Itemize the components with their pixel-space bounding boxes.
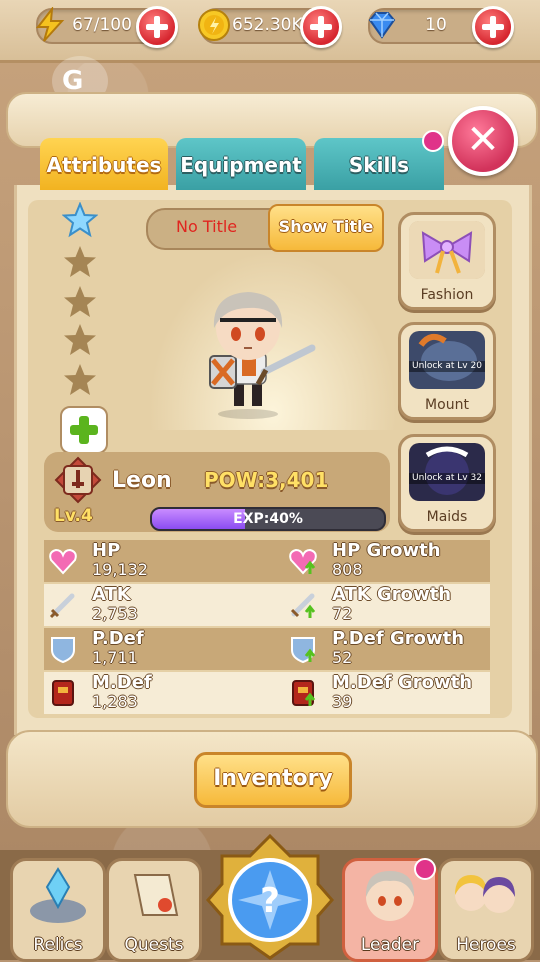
stat-name: ATK: [92, 584, 131, 605]
lightning-icon: [35, 7, 65, 42]
stat-value: 1,283: [92, 692, 138, 711]
maids-button[interactable]: Unlock at Lv 32 Maids: [398, 434, 496, 532]
class-badge-icon: [54, 456, 102, 504]
spellbook-growth-icon: [292, 680, 316, 706]
nav-heroes-label: Heroes: [456, 935, 516, 955]
gold-value: 652.30K: [232, 15, 303, 35]
stat-value: 72: [332, 604, 353, 623]
heart-growth-icon: [289, 548, 317, 575]
sword-growth-icon: [290, 593, 316, 618]
exp-text: EXP:40%: [233, 511, 303, 527]
heroes-group-icon: [455, 875, 515, 913]
upgrade-star-button[interactable]: [60, 406, 108, 454]
gold-coin-icon: [198, 9, 230, 41]
energy-counter: 67/100: [35, 6, 178, 48]
quest-scroll-icon: [133, 874, 179, 916]
stat-value: 19,132: [92, 560, 148, 579]
show-title-button[interactable]: Show Title: [268, 204, 384, 252]
stat-value: 2,753: [92, 604, 138, 623]
shield-icon: [51, 637, 75, 664]
stat-name: M.Def: [92, 672, 152, 693]
stat-row-pdef: P.Def 1,711 P.Def Growth 52: [44, 628, 490, 670]
gold-counter: 652.30K: [198, 6, 342, 48]
mount-button[interactable]: Unlock at Lv 20 Mount: [398, 322, 496, 420]
close-button[interactable]: ✕: [448, 106, 518, 176]
stat-name: HP: [92, 540, 121, 561]
mount-dragon-icon: [409, 331, 485, 389]
nav-leader-label: Leader: [360, 935, 420, 955]
maids-label: Maids: [426, 509, 468, 525]
mount-lock-text: Unlock at Lv 20: [409, 361, 485, 372]
relic-crystal-icon: [30, 867, 86, 923]
stat-row-mdef: M.Def 1,283 M.Def Growth 39: [44, 672, 490, 714]
stat-name: M.Def Growth: [332, 672, 473, 693]
nav-relics-label: Relics: [33, 935, 83, 955]
stat-hp: HP 19,132: [44, 540, 254, 582]
stat-name: HP Growth: [332, 540, 441, 561]
hero-name: Leon: [112, 468, 172, 493]
star-empty-icon: [64, 364, 96, 395]
stat-value: 808: [332, 560, 363, 579]
stat-mdef-growth: M.Def Growth 39: [284, 672, 494, 714]
fashion-button[interactable]: Fashion: [398, 212, 496, 310]
nav-quests[interactable]: Quests: [106, 858, 202, 962]
stat-row-hp: HP 19,132 HP Growth 808: [44, 540, 490, 582]
leader-portrait-icon: [365, 871, 415, 921]
star-filled-icon: [62, 202, 98, 238]
star-empty-icon: [64, 246, 96, 277]
gems-counter: 10: [368, 6, 514, 48]
maid-portrait-icon: [409, 443, 485, 501]
bow-icon: [409, 221, 485, 279]
hero-level: Lv.4: [54, 506, 93, 526]
heart-icon: [49, 548, 77, 575]
current-title: No Title: [176, 217, 238, 236]
stat-name: ATK Growth: [332, 584, 452, 605]
nav-quests-label: Quests: [124, 935, 184, 955]
stat-pdef: P.Def 1,711: [44, 628, 254, 670]
tab-equipment[interactable]: Equipment: [176, 138, 306, 190]
stat-mdef: M.Def 1,283: [44, 672, 254, 714]
stat-pdef-growth: P.Def Growth 52: [284, 628, 494, 670]
sword-icon: [49, 593, 75, 619]
mount-label: Mount: [425, 397, 469, 413]
energy-value: 67/100: [72, 15, 132, 35]
hero-power: POW:3,401: [204, 468, 328, 492]
stat-value: 1,711: [92, 648, 138, 667]
add-gems-button[interactable]: [472, 6, 514, 48]
shield-growth-icon: [291, 637, 316, 664]
star-empty-icon: [64, 324, 96, 355]
exp-bar: EXP:40%: [150, 507, 386, 531]
notification-dot: [422, 130, 444, 152]
spellbook-icon: [52, 680, 74, 706]
stat-row-atk: ATK 2,753 ATK Growth 72: [44, 584, 490, 626]
blue-gem-icon: [368, 12, 396, 39]
power-value: 3,401: [265, 468, 329, 492]
stat-atk-growth: ATK Growth 72: [284, 584, 494, 626]
stat-value: 39: [332, 692, 353, 711]
star-empty-icon: [64, 286, 96, 317]
add-energy-button[interactable]: [136, 6, 178, 48]
inventory-button[interactable]: Inventory: [194, 752, 352, 808]
stat-atk: ATK 2,753: [44, 584, 254, 626]
summon-button[interactable]: ?: [204, 834, 336, 960]
leader-notification-dot: [414, 858, 436, 880]
gems-value: 10: [425, 15, 447, 35]
add-gold-button[interactable]: [300, 6, 342, 48]
nav-relics[interactable]: Relics: [10, 858, 106, 962]
stat-name: P.Def Growth: [332, 628, 465, 649]
stat-hp-growth: HP Growth 808: [284, 540, 494, 582]
resource-bar: 67/100 652.30K 10: [0, 0, 540, 63]
tab-attributes[interactable]: Attributes: [40, 138, 168, 190]
maids-lock-text: Unlock at Lv 32: [409, 473, 485, 484]
hero-leon-sprite: [209, 292, 316, 419]
stat-value: 52: [332, 648, 353, 667]
stat-name: P.Def: [92, 628, 144, 649]
power-label: POW:: [204, 468, 266, 492]
svg-text:?: ?: [260, 881, 280, 921]
fashion-label: Fashion: [420, 287, 474, 303]
nav-heroes[interactable]: Heroes: [438, 858, 534, 962]
